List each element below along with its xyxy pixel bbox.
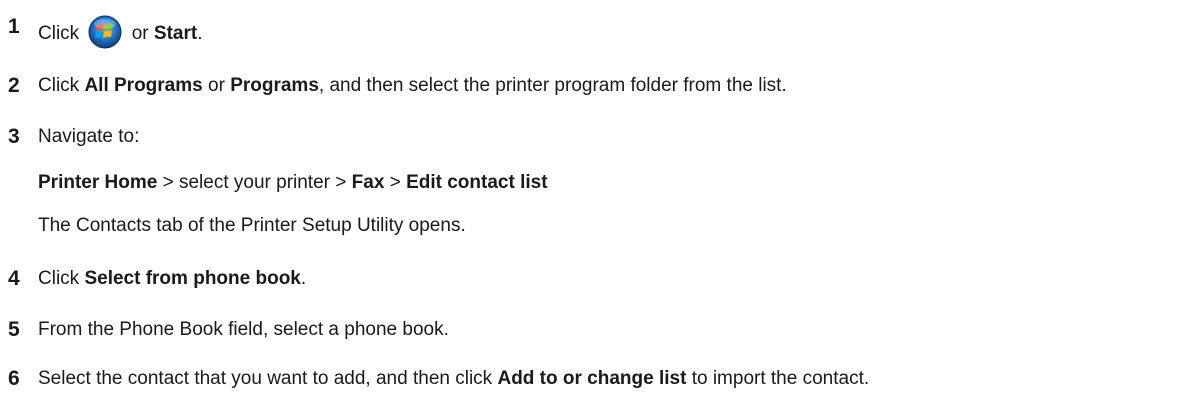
step-text: Click All Programs or Programs, and then…: [38, 74, 787, 98]
step-text: Click Select from phone book.: [38, 267, 306, 291]
add-to-or-change-list-label: Add to or change list: [497, 368, 687, 389]
step-rest: to import the contact.: [691, 368, 870, 389]
step-note: The Contacts tab of the Printer Setup Ut…: [38, 215, 466, 236]
step-word: or: [131, 23, 149, 44]
step-number: 6: [8, 367, 20, 390]
select-from-phone-book-label: Select from phone book: [84, 268, 301, 289]
step-word: Click: [38, 268, 80, 289]
step-text: Select the contact that you want to add,…: [38, 367, 869, 391]
step-word: Click: [38, 23, 80, 44]
step-word: Select the contact that you want to add,…: [38, 368, 493, 389]
step-text: Click or Start.: [38, 15, 203, 49]
step-text: Navigate to:: [38, 126, 140, 147]
step-number: 4: [8, 267, 20, 290]
start-label: Start: [153, 23, 198, 44]
step-number: 2: [8, 74, 20, 97]
step-word: or: [208, 75, 225, 96]
step-number: 5: [8, 318, 20, 341]
edit-contact-list-label: Edit contact list: [406, 172, 548, 193]
path-sep: > select your printer >: [162, 172, 347, 193]
step-rest: , and then select the printer program fo…: [318, 75, 787, 96]
all-programs-label: All Programs: [84, 75, 203, 96]
step-word: Click: [38, 75, 80, 96]
programs-label: Programs: [230, 75, 319, 96]
step-punct: .: [197, 23, 203, 44]
step-number: 3: [8, 125, 20, 148]
step-number: 1: [8, 15, 20, 38]
printer-home-label: Printer Home: [38, 172, 158, 193]
fax-label: Fax: [351, 172, 385, 193]
step-punct: .: [300, 268, 307, 289]
windows-start-orb-icon: [88, 15, 122, 49]
path-sep: >: [389, 172, 401, 193]
navigation-path: Printer Home > select your printer > Fax…: [38, 171, 548, 195]
step-text: From the Phone Book field, select a phon…: [38, 319, 449, 340]
